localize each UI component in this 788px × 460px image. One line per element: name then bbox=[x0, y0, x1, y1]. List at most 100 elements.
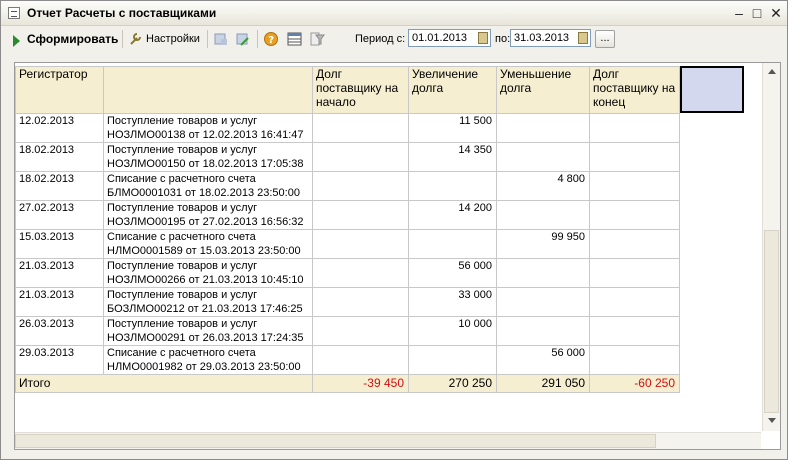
cell-document[interactable]: Поступление товаров и услуг НОЗЛМО00150 о… bbox=[103, 142, 313, 172]
cell-date[interactable]: 12.02.2013 bbox=[15, 113, 104, 143]
cell-debt-end[interactable] bbox=[589, 171, 680, 201]
document-type: Списание с расчетного счета bbox=[107, 347, 256, 359]
scroll-up-icon[interactable] bbox=[768, 69, 776, 74]
cell-date[interactable]: 15.03.2013 bbox=[15, 229, 104, 259]
table-row[interactable]: 29.03.2013 Списание с расчетного счета НЛМ… bbox=[15, 345, 680, 375]
cell-debt-end[interactable] bbox=[589, 142, 680, 172]
wrench-icon[interactable] bbox=[128, 32, 143, 46]
cell-document[interactable]: Поступление товаров и услуг БОЗЛМО00212 о… bbox=[103, 287, 313, 317]
cell-document[interactable]: Поступление товаров и услуг НОЗЛМО00266 о… bbox=[103, 258, 313, 288]
header-increase: Увеличение долга bbox=[408, 66, 497, 114]
cell-increase[interactable]: 33 000 bbox=[408, 287, 497, 317]
cell-increase[interactable]: 56 000 bbox=[408, 258, 497, 288]
cell-decrease[interactable] bbox=[496, 287, 590, 317]
selected-cell[interactable] bbox=[680, 66, 744, 113]
cell-document[interactable]: Поступление товаров и услуг НОЗЛМО00195 о… bbox=[103, 200, 313, 230]
generate-button[interactable]: Сформировать bbox=[27, 30, 118, 48]
table-layout-icon[interactable] bbox=[287, 32, 302, 46]
cell-debt-start[interactable] bbox=[312, 229, 409, 259]
cell-increase[interactable] bbox=[408, 229, 497, 259]
cell-decrease[interactable]: 56 000 bbox=[496, 345, 590, 375]
cell-debt-start[interactable] bbox=[312, 171, 409, 201]
cell-increase[interactable] bbox=[408, 171, 497, 201]
cell-debt-start[interactable] bbox=[312, 142, 409, 172]
cell-debt-end[interactable] bbox=[589, 200, 680, 230]
table-row[interactable]: 18.02.2013 Списание с расчетного счета БЛМ… bbox=[15, 171, 680, 201]
cell-debt-start[interactable] bbox=[312, 200, 409, 230]
document-type: Поступление товаров и услуг bbox=[107, 289, 258, 301]
document-number: НОЗЛМО00150 от 18.02.2013 17:05:38 bbox=[107, 158, 304, 170]
cell-debt-end[interactable] bbox=[589, 345, 680, 375]
cell-date[interactable]: 18.02.2013 bbox=[15, 171, 104, 201]
cell-decrease[interactable] bbox=[496, 200, 590, 230]
cell-decrease[interactable]: 99 950 bbox=[496, 229, 590, 259]
vertical-scroll-thumb[interactable] bbox=[764, 230, 779, 413]
cell-document[interactable]: Поступление товаров и услуг НОЗЛМО00291 о… bbox=[103, 316, 313, 346]
vertical-scrollbar[interactable] bbox=[762, 63, 780, 431]
cell-debt-start[interactable] bbox=[312, 287, 409, 317]
cell-document[interactable]: Поступление товаров и услуг НОЗЛМО00138 о… bbox=[103, 113, 313, 143]
table-row[interactable]: 18.02.2013 Поступление товаров и услуг НОЗ… bbox=[15, 142, 680, 172]
period-from-field[interactable]: 01.01.2013 bbox=[408, 29, 491, 47]
cell-decrease[interactable]: 4 800 bbox=[496, 171, 590, 201]
cell-debt-end[interactable] bbox=[589, 287, 680, 317]
cell-debt-start[interactable] bbox=[312, 113, 409, 143]
cell-debt-start[interactable] bbox=[312, 316, 409, 346]
cell-increase[interactable]: 11 500 bbox=[408, 113, 497, 143]
load-variant-icon[interactable] bbox=[235, 32, 250, 46]
cell-increase[interactable] bbox=[408, 345, 497, 375]
cell-date[interactable]: 29.03.2013 bbox=[15, 345, 104, 375]
cell-date[interactable]: 21.03.2013 bbox=[15, 287, 104, 317]
cell-debt-end[interactable] bbox=[589, 113, 680, 143]
maximize-icon[interactable]: □ bbox=[749, 5, 765, 21]
table-row[interactable]: 21.03.2013 Поступление товаров и услуг НОЗ… bbox=[15, 258, 680, 288]
cell-debt-end[interactable] bbox=[589, 229, 680, 259]
period-from-label: Период с: bbox=[355, 33, 406, 45]
cell-date[interactable]: 18.02.2013 bbox=[15, 142, 104, 172]
select-period-button[interactable]: ... bbox=[595, 30, 615, 48]
cell-debt-start[interactable] bbox=[312, 258, 409, 288]
cell-increase[interactable]: 14 200 bbox=[408, 200, 497, 230]
cell-date[interactable]: 21.03.2013 bbox=[15, 258, 104, 288]
period-to-field[interactable]: 31.03.2013 bbox=[510, 29, 591, 47]
close-icon[interactable]: ✕ bbox=[768, 5, 784, 21]
play-icon[interactable] bbox=[13, 35, 20, 47]
table-row[interactable]: 27.02.2013 Поступление товаров и услуг НОЗ… bbox=[15, 200, 680, 230]
document-type: Поступление товаров и услуг bbox=[107, 202, 258, 214]
horizontal-scroll-thumb[interactable] bbox=[15, 434, 656, 448]
calendar-icon[interactable] bbox=[578, 32, 588, 44]
minimize-icon[interactable]: – bbox=[731, 5, 747, 21]
cell-decrease[interactable] bbox=[496, 113, 590, 143]
document-type: Списание с расчетного счета bbox=[107, 231, 256, 243]
window-title: Отчет Расчеты с поставщиками bbox=[27, 6, 217, 20]
cell-date[interactable]: 27.02.2013 bbox=[15, 200, 104, 230]
settings-button[interactable]: Настройки bbox=[146, 30, 200, 48]
document-number: НЛМО0001982 от 29.03.2013 23:50:00 bbox=[107, 361, 301, 373]
table-row[interactable]: 26.03.2013 Поступление товаров и услуг НОЗ… bbox=[15, 316, 680, 346]
cell-decrease[interactable] bbox=[496, 316, 590, 346]
horizontal-scrollbar[interactable] bbox=[15, 432, 761, 449]
cell-debt-start[interactable] bbox=[312, 345, 409, 375]
cell-debt-end[interactable] bbox=[589, 258, 680, 288]
scroll-down-icon[interactable] bbox=[768, 418, 776, 423]
header-decrease: Уменьшение долга bbox=[496, 66, 590, 114]
cell-increase[interactable]: 10 000 bbox=[408, 316, 497, 346]
cell-debt-end[interactable] bbox=[589, 316, 680, 346]
save-variant-icon[interactable] bbox=[213, 32, 228, 46]
cell-document[interactable]: Списание с расчетного счета НЛМО0001589 о… bbox=[103, 229, 313, 259]
report-spreadsheet[interactable]: Регистратор Долг поставщику на начало Ув… bbox=[14, 62, 781, 450]
table-row[interactable]: 15.03.2013 Списание с расчетного счета НЛМ… bbox=[15, 229, 680, 259]
table-row[interactable]: 21.03.2013 Поступление товаров и услуг БОЗ… bbox=[15, 287, 680, 317]
help-icon[interactable]: ? bbox=[264, 32, 279, 46]
cell-document[interactable]: Списание с расчетного счета БЛМО0001031 о… bbox=[103, 171, 313, 201]
calendar-icon[interactable] bbox=[478, 32, 488, 44]
header-debt-start: Долг поставщику на начало bbox=[312, 66, 409, 114]
table-row[interactable]: 12.02.2013 Поступление товаров и услуг НОЗ… bbox=[15, 113, 680, 143]
filter-icon[interactable] bbox=[310, 32, 325, 46]
cell-increase[interactable]: 14 350 bbox=[408, 142, 497, 172]
cell-decrease[interactable] bbox=[496, 142, 590, 172]
cell-decrease[interactable] bbox=[496, 258, 590, 288]
cell-document[interactable]: Списание с расчетного счета НЛМО0001982 о… bbox=[103, 345, 313, 375]
cell-date[interactable]: 26.03.2013 bbox=[15, 316, 104, 346]
document-number: НЛМО0001589 от 15.03.2013 23:50:00 bbox=[107, 245, 301, 257]
